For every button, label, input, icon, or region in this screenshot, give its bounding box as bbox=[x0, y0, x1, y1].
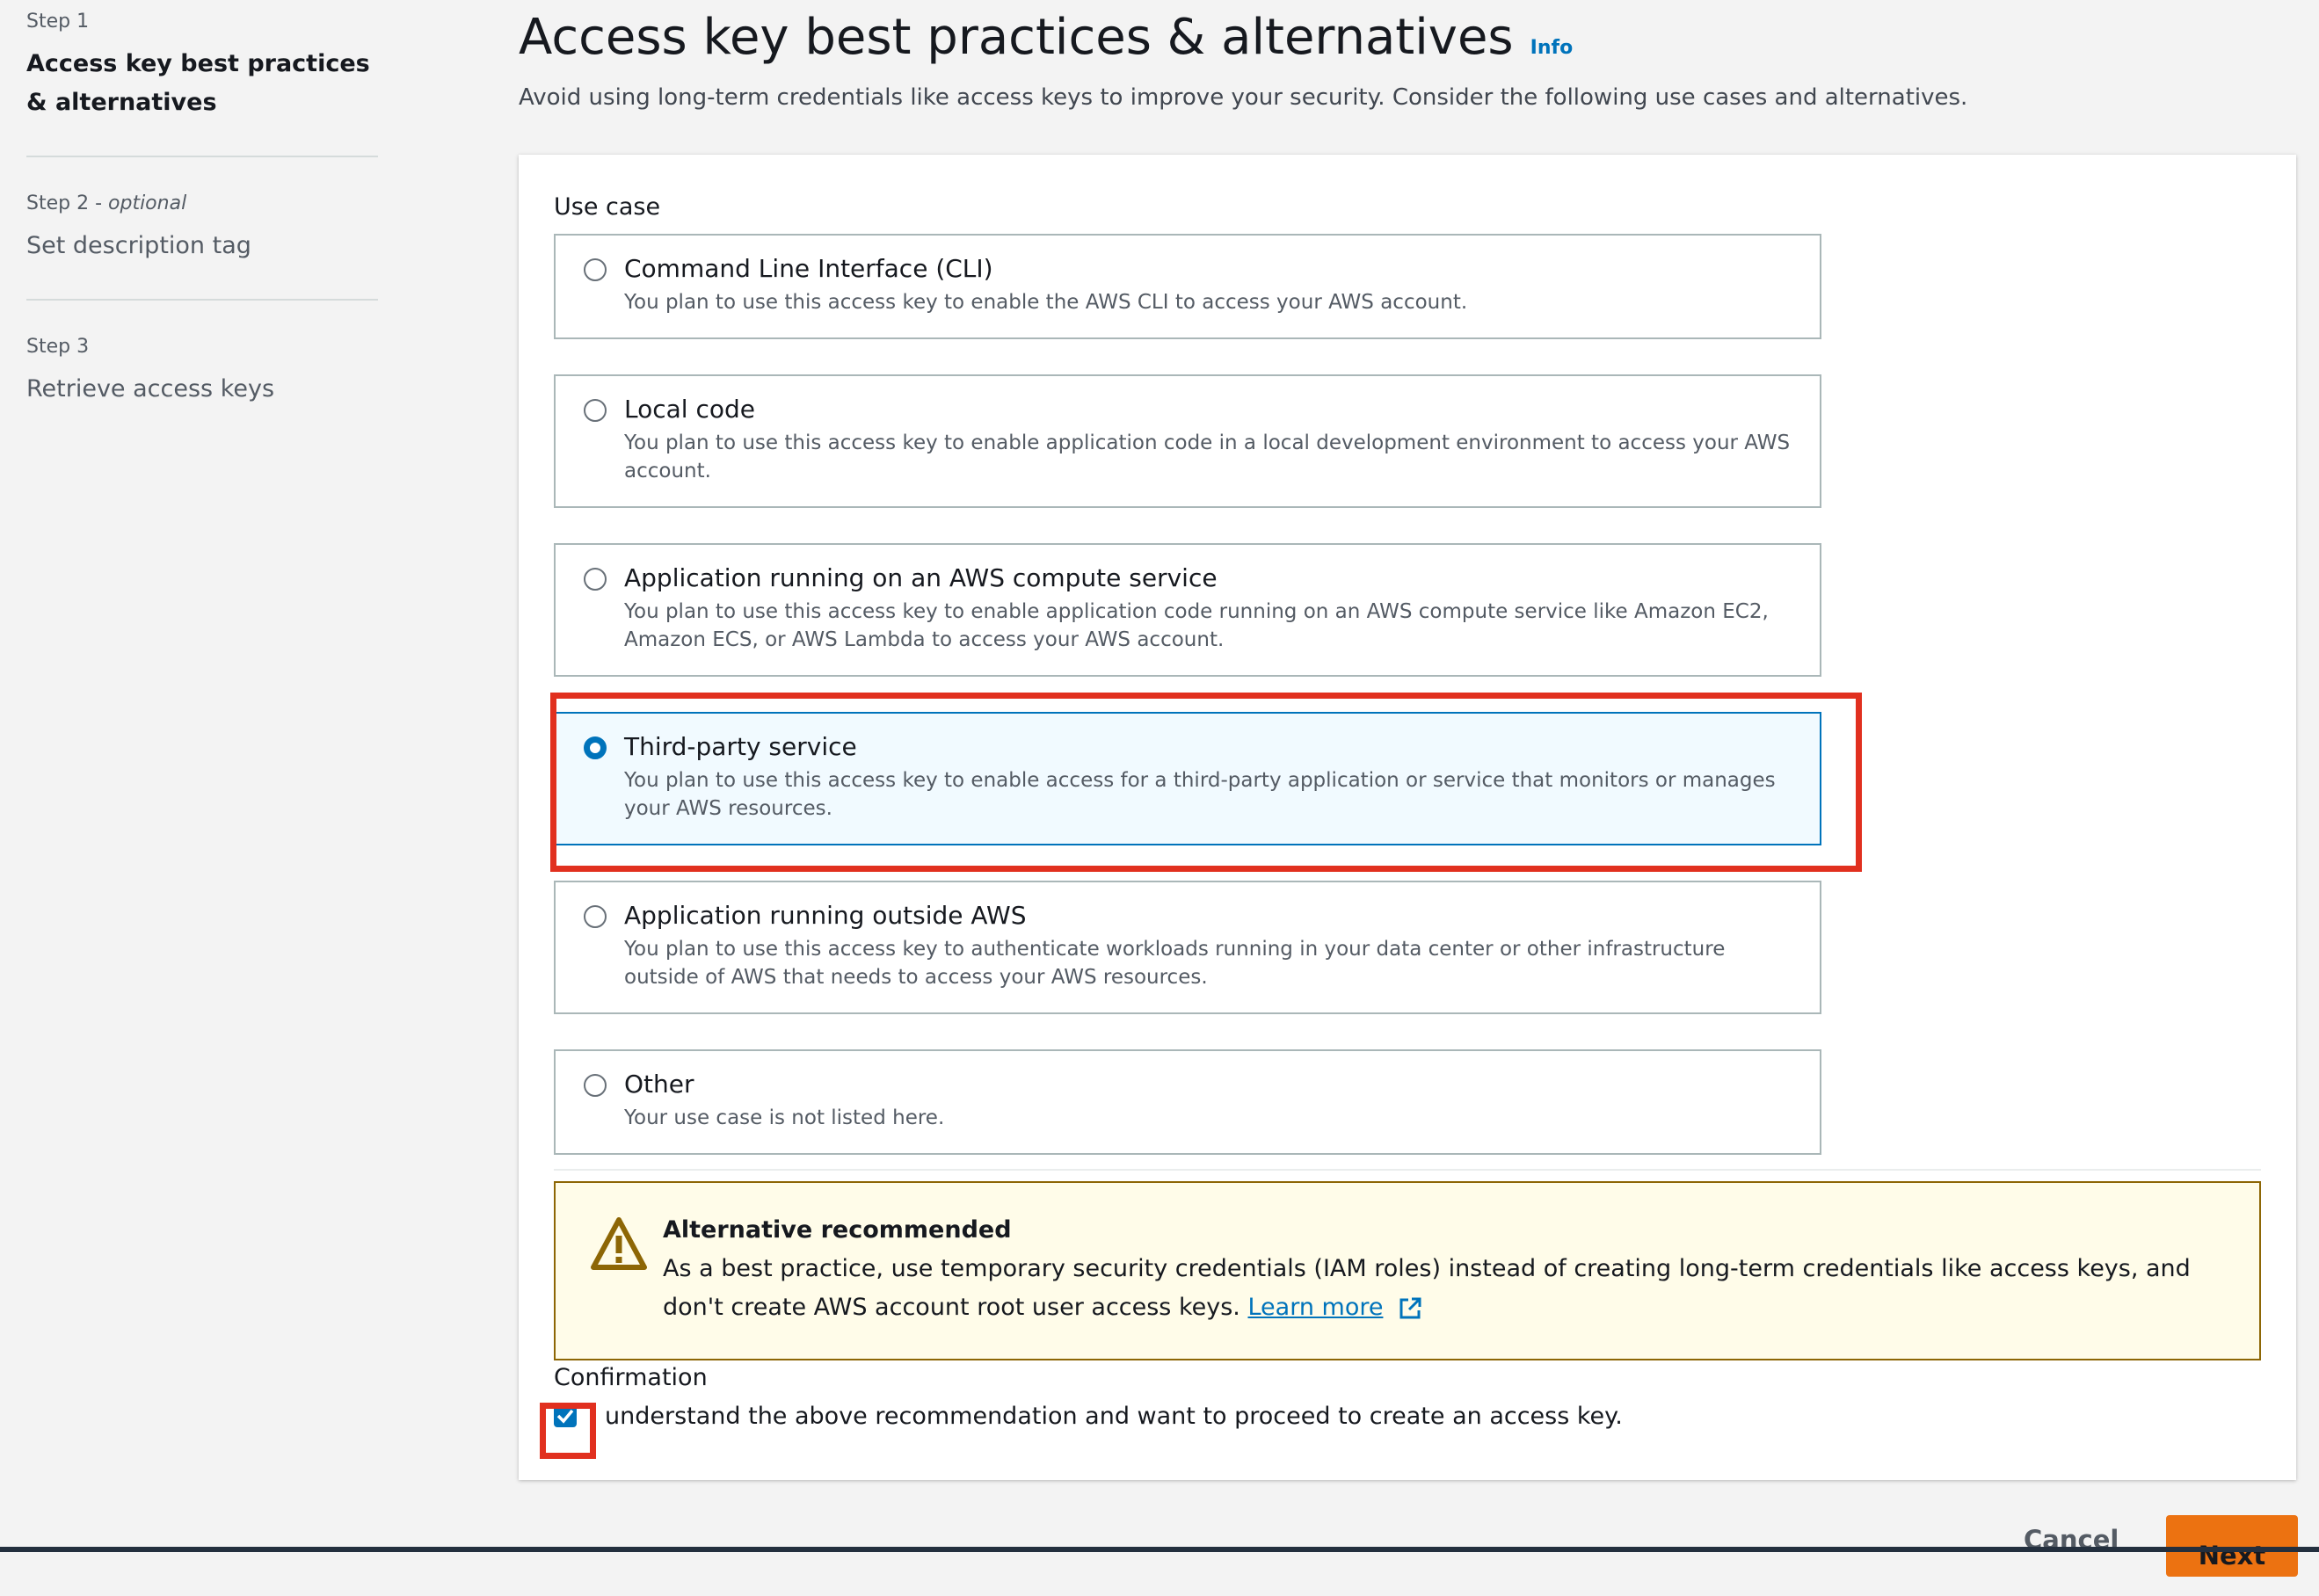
option-title: Application running on an AWS compute se… bbox=[624, 563, 1218, 592]
step-title[interactable]: Retrieve access keys bbox=[26, 370, 378, 409]
confirmation-text[interactable]: understand the above recommendation and … bbox=[605, 1403, 1623, 1430]
page-subtitle: Avoid using long-term credentials like a… bbox=[519, 84, 1968, 111]
radio-button[interactable] bbox=[584, 1074, 607, 1097]
step-number: Step 1 bbox=[26, 11, 90, 33]
option-aws-compute[interactable]: Application running on an AWS compute se… bbox=[554, 543, 1821, 677]
next-button[interactable]: Next bbox=[2166, 1515, 2298, 1577]
radio-button-selected[interactable] bbox=[584, 736, 607, 759]
option-description: You plan to use this access key to enabl… bbox=[624, 291, 1468, 314]
radio-button[interactable] bbox=[584, 258, 607, 281]
option-title: Local code bbox=[624, 395, 755, 424]
radio-button[interactable] bbox=[584, 568, 607, 591]
use-case-panel: Use case Command Line Interface (CLI) Yo… bbox=[519, 155, 2296, 1480]
option-description: Your use case is not listed here. bbox=[624, 1106, 945, 1129]
warning-icon bbox=[591, 1217, 647, 1270]
option-description: You plan to use this access key to enabl… bbox=[624, 600, 1769, 651]
page-title: Access key best practices & alternatives bbox=[519, 9, 1514, 66]
option-outside-aws[interactable]: Application running outside AWS You plan… bbox=[554, 881, 1821, 1014]
option-local-code[interactable]: Local code You plan to use this access k… bbox=[554, 374, 1821, 508]
option-description: You plan to use this access key to enabl… bbox=[624, 769, 1776, 820]
option-title: Other bbox=[624, 1070, 694, 1099]
step-title[interactable]: Access key best practices & alternatives bbox=[26, 45, 378, 122]
checkbox-highlight-box bbox=[540, 1403, 596, 1459]
radio-button[interactable] bbox=[584, 399, 607, 422]
option-description: You plan to use this access key to authe… bbox=[624, 938, 1726, 989]
option-title: Command Line Interface (CLI) bbox=[624, 254, 993, 283]
step-3[interactable]: Step 3 Retrieve access keys bbox=[26, 301, 378, 442]
alert-text: As a best practice, use temporary securi… bbox=[663, 1255, 2191, 1321]
option-title: Third-party service bbox=[624, 732, 857, 761]
option-title: Application running outside AWS bbox=[624, 901, 1027, 930]
alert-title: Alternative recommended bbox=[663, 1216, 1012, 1244]
option-third-party[interactable]: Third-party service You plan to use this… bbox=[554, 712, 1821, 845]
alternative-recommended-alert: Alternative recommended As a best practi… bbox=[554, 1181, 2261, 1360]
info-link[interactable]: Info bbox=[1530, 37, 1574, 59]
step-2[interactable]: Step 2 - optional Set description tag bbox=[26, 157, 378, 301]
external-link-icon[interactable] bbox=[1398, 1296, 1422, 1321]
divider bbox=[554, 1169, 2261, 1171]
page-header: Access key best practices & alternatives… bbox=[519, 9, 1573, 66]
use-case-label: Use case bbox=[554, 193, 661, 221]
option-other[interactable]: Other Your use case is not listed here. bbox=[554, 1049, 1821, 1155]
step-number: Step 2 - optional bbox=[26, 192, 187, 214]
learn-more-link[interactable]: Learn more bbox=[1247, 1294, 1383, 1321]
option-description: You plan to use this access key to enabl… bbox=[624, 432, 1791, 482]
alert-body: As a best practice, use temporary securi… bbox=[663, 1250, 2224, 1327]
wizard-steps-nav: Step 1 Access key best practices & alter… bbox=[26, 0, 378, 442]
step-title[interactable]: Set description tag bbox=[26, 227, 378, 265]
optional-label: optional bbox=[108, 192, 187, 214]
step-number: Step 3 bbox=[26, 336, 90, 358]
bottom-bar bbox=[0, 1547, 2319, 1552]
confirmation-label: Confirmation bbox=[554, 1364, 708, 1391]
step-1[interactable]: Step 1 Access key best practices & alter… bbox=[26, 0, 378, 157]
radio-button[interactable] bbox=[584, 905, 607, 928]
option-cli[interactable]: Command Line Interface (CLI) You plan to… bbox=[554, 234, 1821, 339]
